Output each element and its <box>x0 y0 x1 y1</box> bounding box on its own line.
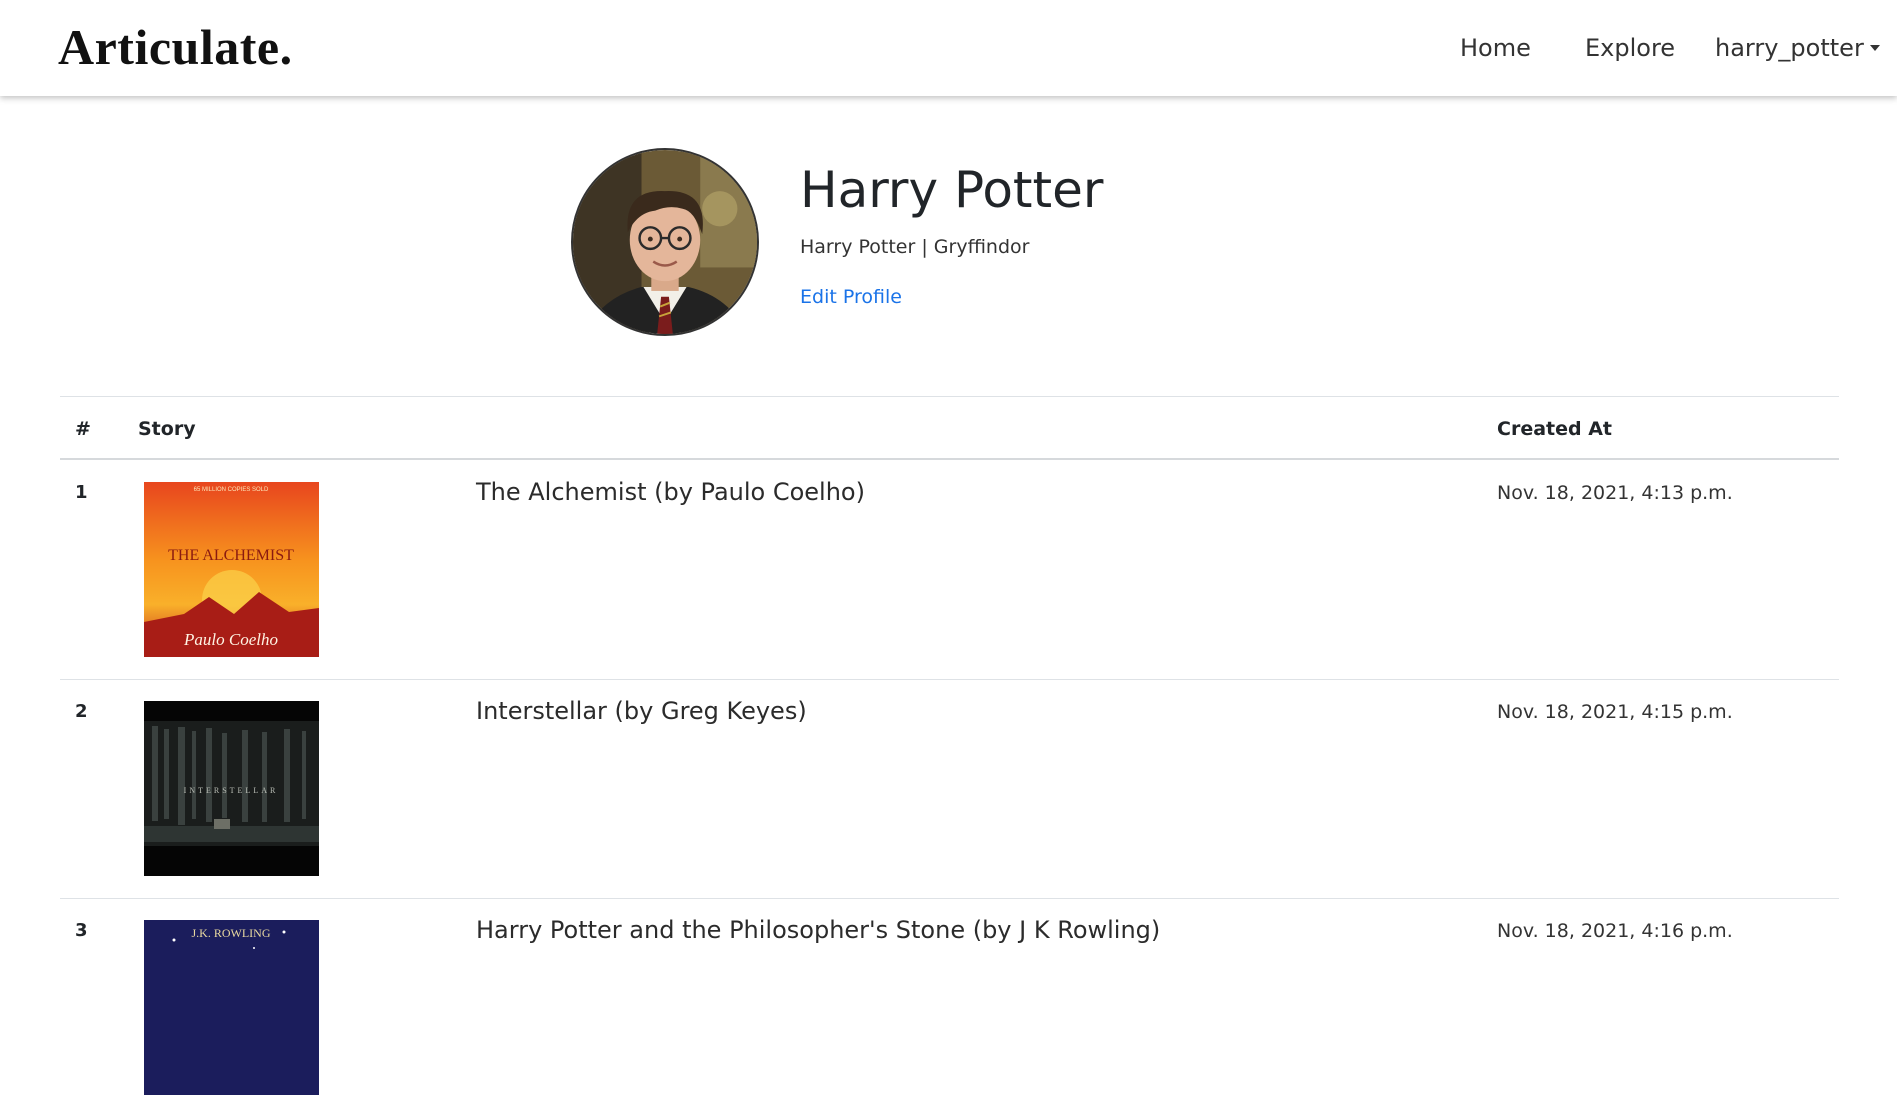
story-cover-image[interactable]: J.K. ROWLING <box>144 920 319 1095</box>
table-row[interactable]: 1 65 MILLION COPIES SOLD THE ALCHEMIST P… <box>60 460 1839 679</box>
row-number: 3 <box>75 920 88 941</box>
row-number: 1 <box>75 482 88 503</box>
cover-author-text: Paulo Coelho <box>183 630 278 649</box>
story-cover-image[interactable]: INTERSTELLAR <box>144 701 319 876</box>
nav-explore-link[interactable]: Explore <box>1585 36 1675 60</box>
user-menu-label: harry_potter <box>1715 34 1864 62</box>
story-created-at: Nov. 18, 2021, 4:16 p.m. <box>1497 920 1733 942</box>
navbar: Articulate. Home Explore harry_potter <box>0 0 1897 96</box>
column-header-created: Created At <box>1497 418 1612 440</box>
story-cover-image[interactable]: 65 MILLION COPIES SOLD THE ALCHEMIST Pau… <box>144 482 319 657</box>
brand-logo[interactable]: Articulate. <box>58 22 293 72</box>
cover-top-text: 65 MILLION COPIES SOLD <box>194 487 269 493</box>
column-header-story: Story <box>138 418 196 440</box>
cover-author-text: J.K. ROWLING <box>192 926 271 940</box>
story-created-at: Nov. 18, 2021, 4:13 p.m. <box>1497 482 1733 504</box>
caret-down-icon <box>1869 45 1880 51</box>
cover-title-text: THE ALCHEMIST <box>168 547 294 564</box>
user-menu-dropdown[interactable]: harry_potter <box>1715 36 1880 60</box>
table-row[interactable]: 3 J.K. ROWLING Harry Potter and the Phil… <box>60 898 1839 1117</box>
harry-potter-cover: J.K. ROWLING <box>144 920 319 1095</box>
story-title-link[interactable]: Interstellar (by Greg Keyes) <box>476 697 807 725</box>
nav-home-link[interactable]: Home <box>1460 36 1531 60</box>
profile-name: Harry Potter <box>800 161 1104 219</box>
column-header-num: # <box>75 418 91 440</box>
row-number: 2 <box>75 701 88 722</box>
table-top-border <box>60 396 1839 397</box>
story-created-at: Nov. 18, 2021, 4:15 p.m. <box>1497 701 1733 723</box>
profile-bio: Harry Potter | Gryffindor <box>800 236 1030 258</box>
edit-profile-link[interactable]: Edit Profile <box>800 286 902 308</box>
cover-title-text: INTERSTELLAR <box>184 786 279 795</box>
story-title-link[interactable]: Harry Potter and the Philosopher's Stone… <box>476 916 1160 944</box>
story-title-link[interactable]: The Alchemist (by Paulo Coelho) <box>476 478 865 506</box>
alchemist-cover: 65 MILLION COPIES SOLD THE ALCHEMIST Pau… <box>144 482 319 657</box>
table-row[interactable]: 2 INTERSTELLAR Interstellar (by Greg Key… <box>60 679 1839 898</box>
interstellar-cover: INTERSTELLAR <box>144 701 319 876</box>
avatar-portrait-image <box>573 150 757 334</box>
profile-avatar <box>571 148 759 336</box>
